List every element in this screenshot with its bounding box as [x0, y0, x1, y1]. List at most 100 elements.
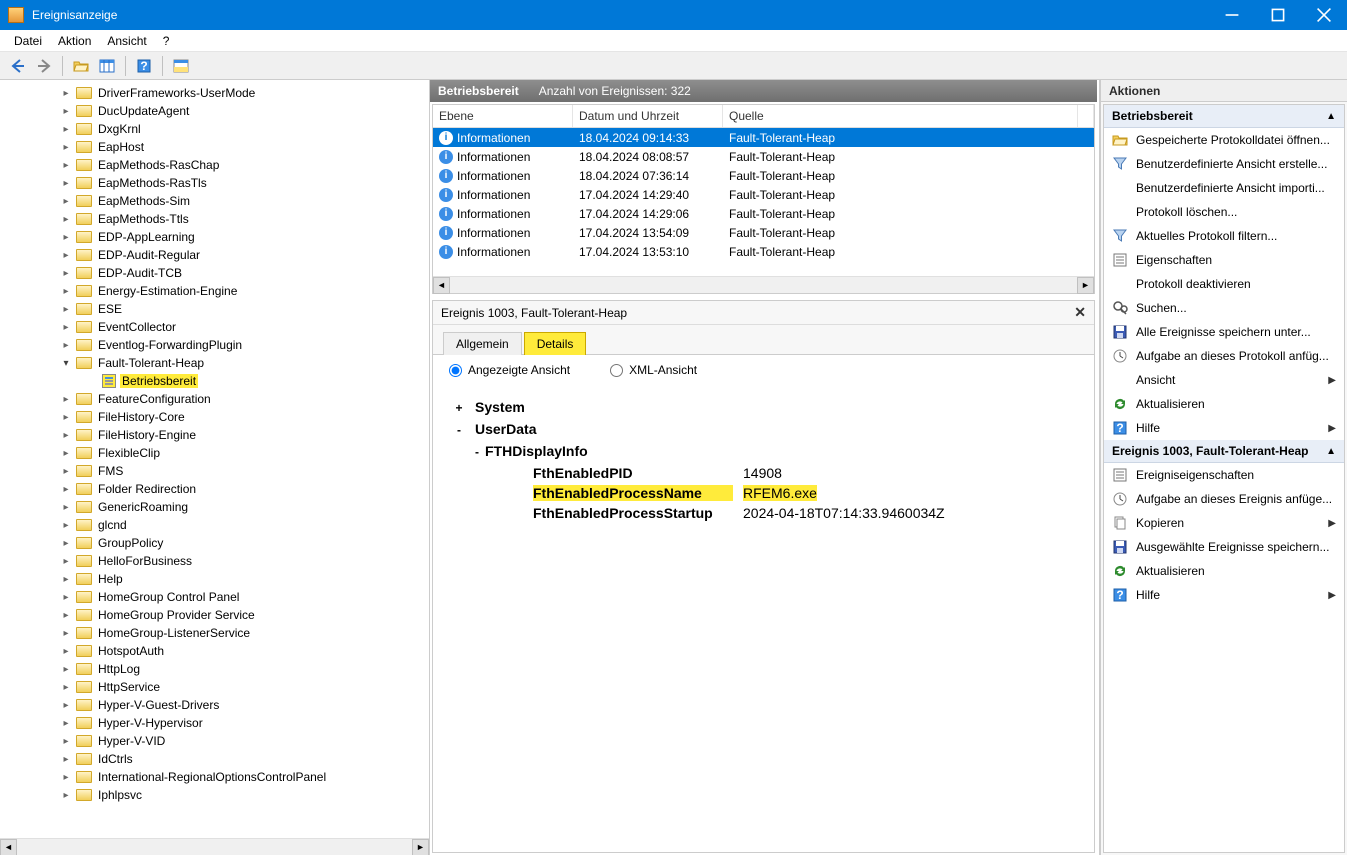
node-fthdisplayinfo[interactable]: FTHDisplayInfo: [485, 443, 588, 459]
event-row[interactable]: iInformationen17.04.2024 13:53:10Fault-T…: [433, 242, 1094, 261]
chevron-right-icon[interactable]: ▸: [60, 610, 72, 621]
chevron-right-icon[interactable]: ▸: [60, 538, 72, 549]
chevron-right-icon[interactable]: ▸: [60, 628, 72, 639]
chevron-down-icon[interactable]: ▾: [60, 358, 72, 369]
chevron-right-icon[interactable]: ▸: [60, 88, 72, 99]
tab-details[interactable]: Details: [524, 332, 587, 355]
chevron-right-icon[interactable]: ▸: [60, 484, 72, 495]
tree-folder-node[interactable]: ▸EDP-Audit-TCB: [0, 264, 429, 282]
tree-folder-node[interactable]: ▸EventCollector: [0, 318, 429, 336]
tree-folder-node[interactable]: ▸HomeGroup Provider Service: [0, 606, 429, 624]
tree-folder-node[interactable]: ▸EapMethods-Ttls: [0, 210, 429, 228]
chevron-right-icon[interactable]: ▸: [60, 520, 72, 531]
tree-folder-node[interactable]: ▸Energy-Estimation-Engine: [0, 282, 429, 300]
tree-folder-node[interactable]: ▸DxgKrnl: [0, 120, 429, 138]
chevron-right-icon[interactable]: ▸: [60, 574, 72, 585]
chevron-right-icon[interactable]: ▸: [60, 232, 72, 243]
chevron-right-icon[interactable]: ▸: [60, 142, 72, 153]
action-item[interactable]: Benutzerdefinierte Ansicht importi...: [1104, 176, 1344, 200]
event-row[interactable]: iInformationen17.04.2024 13:54:09Fault-T…: [433, 223, 1094, 242]
grid-horizontal-scrollbar[interactable]: ◄ ►: [433, 276, 1094, 293]
event-row[interactable]: iInformationen17.04.2024 14:29:06Fault-T…: [433, 204, 1094, 223]
node-system[interactable]: System: [475, 399, 525, 415]
chevron-right-icon[interactable]: ▸: [60, 340, 72, 351]
folder-button[interactable]: [69, 55, 93, 77]
chevron-right-icon[interactable]: ▸: [60, 502, 72, 513]
radio-friendly-view[interactable]: Angezeigte Ansicht: [449, 363, 570, 377]
tree-folder-node[interactable]: ▸EapHost: [0, 138, 429, 156]
action-item[interactable]: ?Hilfe▶: [1104, 583, 1344, 607]
close-button[interactable]: [1301, 0, 1347, 30]
chevron-right-icon[interactable]: ▸: [60, 664, 72, 675]
radio-friendly-input[interactable]: [449, 364, 462, 377]
tree-folder-node[interactable]: ▸ESE: [0, 300, 429, 318]
column-level[interactable]: Ebene: [433, 105, 573, 127]
tree-folder-node[interactable]: ▸HotspotAuth: [0, 642, 429, 660]
tree-log-node[interactable]: Betriebsbereit: [0, 372, 429, 390]
menu-action[interactable]: Aktion: [50, 32, 99, 50]
tree-folder-node[interactable]: ▸IdCtrls: [0, 750, 429, 768]
detail-close-button[interactable]: ✕: [1074, 304, 1086, 321]
menu-view[interactable]: Ansicht: [99, 32, 154, 50]
chevron-right-icon[interactable]: ▸: [60, 736, 72, 747]
tree-folder-node[interactable]: ▸DucUpdateAgent: [0, 102, 429, 120]
tree-folder-node[interactable]: ▸Hyper-V-Hypervisor: [0, 714, 429, 732]
action-item[interactable]: Aufgabe an dieses Ereignis anfüge...: [1104, 487, 1344, 511]
node-userdata[interactable]: UserData: [475, 421, 536, 437]
event-row[interactable]: iInformationen18.04.2024 08:08:57Fault-T…: [433, 147, 1094, 166]
chevron-right-icon[interactable]: ▸: [60, 430, 72, 441]
tree-folder-node[interactable]: ▸EapMethods-Sim: [0, 192, 429, 210]
chevron-right-icon[interactable]: ▸: [60, 268, 72, 279]
radio-xml-input[interactable]: [610, 364, 623, 377]
tree-folder-node[interactable]: ▸EDP-AppLearning: [0, 228, 429, 246]
chevron-right-icon[interactable]: ▸: [60, 448, 72, 459]
tree-folder-node[interactable]: ▸HelloForBusiness: [0, 552, 429, 570]
scroll-right-button[interactable]: ►: [412, 839, 429, 855]
actions-section-header[interactable]: Betriebsbereit▲: [1104, 105, 1344, 128]
tree-folder-node[interactable]: ▾Fault-Tolerant-Heap: [0, 354, 429, 372]
help-button[interactable]: ?: [132, 55, 156, 77]
chevron-right-icon[interactable]: ▸: [60, 646, 72, 657]
chevron-right-icon[interactable]: ▸: [60, 754, 72, 765]
chevron-right-icon[interactable]: ▸: [60, 286, 72, 297]
tree-folder-node[interactable]: ▸Hyper-V-VID: [0, 732, 429, 750]
menu-file[interactable]: Datei: [6, 32, 50, 50]
tree-folder-node[interactable]: ▸EapMethods-RasChap: [0, 156, 429, 174]
preview-button[interactable]: [169, 55, 193, 77]
scroll-left-button[interactable]: ◄: [0, 839, 17, 855]
maximize-button[interactable]: [1255, 0, 1301, 30]
action-item[interactable]: Protokoll löschen...: [1104, 200, 1344, 224]
chevron-right-icon[interactable]: ▸: [60, 106, 72, 117]
radio-xml-view[interactable]: XML-Ansicht: [610, 363, 697, 377]
chevron-right-icon[interactable]: ▸: [60, 214, 72, 225]
tree-folder-node[interactable]: ▸FileHistory-Core: [0, 408, 429, 426]
chevron-right-icon[interactable]: ▸: [60, 556, 72, 567]
tree-folder-node[interactable]: ▸DriverFrameworks-UserMode: [0, 84, 429, 102]
actions-section-header[interactable]: Ereignis 1003, Fault-Tolerant-Heap▲: [1104, 440, 1344, 463]
chevron-right-icon[interactable]: ▸: [60, 790, 72, 801]
expand-system-toggle[interactable]: +: [453, 401, 465, 415]
menu-help[interactable]: ?: [155, 32, 178, 50]
column-source[interactable]: Quelle: [723, 105, 1078, 127]
chevron-right-icon[interactable]: ▸: [60, 304, 72, 315]
chevron-right-icon[interactable]: ▸: [60, 178, 72, 189]
tree-folder-node[interactable]: ▸Help: [0, 570, 429, 588]
grid-body[interactable]: iInformationen18.04.2024 09:14:33Fault-T…: [433, 128, 1094, 276]
column-datetime[interactable]: Datum und Uhrzeit: [573, 105, 723, 127]
action-item[interactable]: Ausgewählte Ereignisse speichern...: [1104, 535, 1344, 559]
collapse-fthdisplay-toggle[interactable]: -: [453, 445, 475, 459]
action-item[interactable]: Eigenschaften: [1104, 248, 1344, 272]
action-item[interactable]: Aufgabe an dieses Protokoll anfüg...: [1104, 344, 1344, 368]
tree-horizontal-scrollbar[interactable]: ◄ ►: [0, 838, 429, 855]
tree-folder-node[interactable]: ▸FileHistory-Engine: [0, 426, 429, 444]
action-item[interactable]: Gespeicherte Protokolldatei öffnen...: [1104, 128, 1344, 152]
action-item[interactable]: Aktuelles Protokoll filtern...: [1104, 224, 1344, 248]
tree-folder-node[interactable]: ▸GroupPolicy: [0, 534, 429, 552]
scroll-right-button[interactable]: ►: [1077, 277, 1094, 294]
forward-button[interactable]: [32, 55, 56, 77]
action-item[interactable]: ?Hilfe▶: [1104, 416, 1344, 440]
tree-folder-node[interactable]: ▸FMS: [0, 462, 429, 480]
action-item[interactable]: Benutzerdefinierte Ansicht erstelle...: [1104, 152, 1344, 176]
action-item[interactable]: Ansicht▶: [1104, 368, 1344, 392]
table-button[interactable]: [95, 55, 119, 77]
